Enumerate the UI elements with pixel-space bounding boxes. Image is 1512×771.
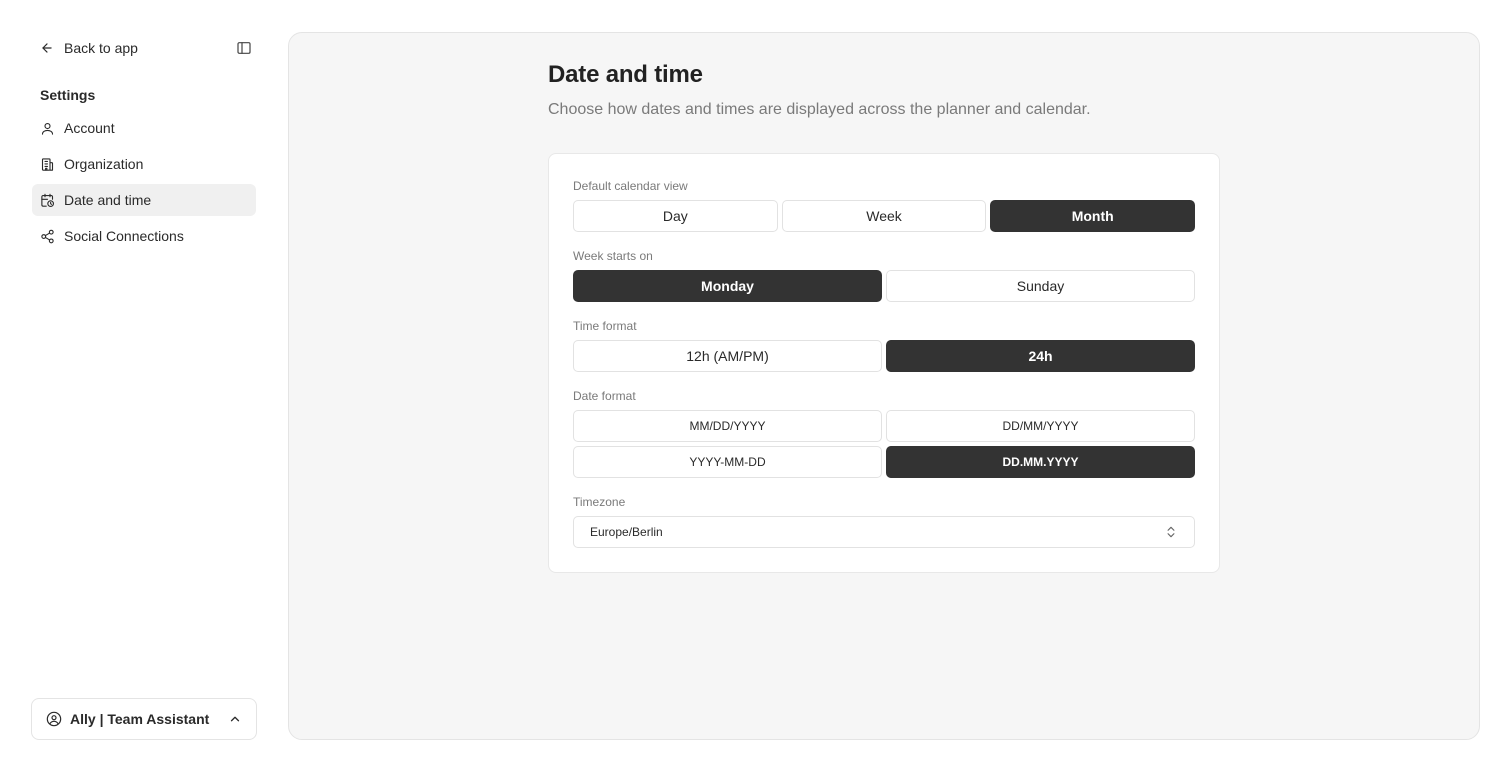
timezone-label: Timezone	[573, 495, 626, 509]
sidebar-item-label: Account	[64, 120, 115, 136]
user-icon	[41, 122, 54, 135]
share-icon	[41, 229, 54, 243]
sidebar-item-account[interactable]: Account	[32, 112, 256, 144]
week-start-sunday-option[interactable]: Sunday	[886, 270, 1195, 302]
page-subtitle: Choose how dates and times are displayed…	[548, 101, 1091, 118]
date-format-dd-mm-yyyy-option[interactable]: DD/MM/YYYY	[886, 410, 1195, 442]
sidebar-item-label: Date and time	[64, 192, 152, 208]
sidebar: Back to app Settings Account Organizatio…	[0, 0, 288, 771]
main-panel: Date and time Choose how dates and times…	[288, 32, 1480, 740]
building-icon	[41, 157, 54, 171]
timezone-select[interactable]: Europe/Berlin	[573, 516, 1195, 548]
week-start-label: Week starts on	[573, 249, 653, 263]
panel-left-icon	[237, 42, 251, 54]
sidebar-item-date-and-time[interactable]: Date and time	[32, 184, 256, 216]
timezone-value: Europe/Berlin	[590, 525, 663, 539]
sidebar-item-social-connections[interactable]: Social Connections	[32, 220, 256, 252]
date-format-yyyy-mm-dd-option[interactable]: YYYY-MM-DD	[573, 446, 882, 478]
date-format-label: Date format	[573, 389, 636, 403]
user-name-label: Ally | Team Assistant	[70, 711, 210, 727]
back-to-app-link[interactable]: Back to app	[40, 38, 138, 58]
calendar-view-day-option[interactable]: Day	[573, 200, 778, 232]
time-format-label: Time format	[573, 319, 637, 333]
arrow-left-icon	[42, 43, 52, 53]
calendar-view-week-option[interactable]: Week	[781, 200, 987, 232]
week-start-monday-option[interactable]: Monday	[573, 270, 882, 302]
settings-section-title: Settings	[40, 87, 96, 103]
date-format-dd-dot-mm-dot-yyyy-option[interactable]: DD.MM.YYYY	[886, 446, 1195, 478]
sidebar-item-organization[interactable]: Organization	[32, 148, 256, 180]
sidebar-item-label: Social Connections	[64, 228, 184, 244]
calendar-view-label: Default calendar view	[573, 179, 688, 193]
date-time-settings-card: Default calendar view Day Week Month Wee…	[548, 153, 1220, 573]
sidebar-toggle-button[interactable]	[235, 39, 253, 57]
chevron-up-icon	[230, 716, 240, 722]
back-to-app-label: Back to app	[64, 40, 138, 56]
user-circle-icon	[46, 711, 62, 727]
calendar-clock-icon	[41, 193, 54, 207]
chevrons-up-down-icon	[1167, 526, 1175, 538]
week-start-options: Monday Sunday	[573, 270, 1195, 302]
date-format-options-row-2: YYYY-MM-DD DD.MM.YYYY	[573, 446, 1195, 478]
calendar-view-options: Day Week Month	[573, 200, 1196, 232]
page-title: Date and time	[548, 61, 703, 88]
date-format-mm-dd-yyyy-option[interactable]: MM/DD/YYYY	[573, 410, 882, 442]
settings-nav: Account Organization Date and time Socia…	[32, 112, 256, 256]
date-format-options-row-1: MM/DD/YYYY DD/MM/YYYY	[573, 410, 1195, 442]
user-menu-button[interactable]: Ally | Team Assistant	[31, 698, 257, 740]
sidebar-item-label: Organization	[64, 156, 144, 172]
calendar-view-month-option[interactable]: Month	[990, 200, 1196, 232]
time-format-24h-option[interactable]: 24h	[886, 340, 1195, 372]
time-format-options: 12h (AM/PM) 24h	[573, 340, 1195, 372]
time-format-12h-option[interactable]: 12h (AM/PM)	[573, 340, 882, 372]
